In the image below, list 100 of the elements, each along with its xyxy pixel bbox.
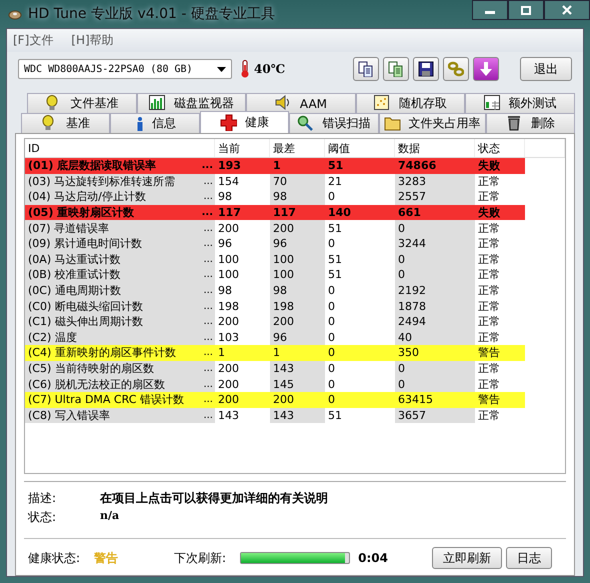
table-cell: 200: [270, 314, 325, 330]
tab[interactable]: 磁盘监视器: [136, 93, 246, 113]
ellipsis-text: ...: [203, 378, 213, 390]
table-cell: 100: [270, 267, 325, 283]
table-cell-text: 正常: [477, 408, 501, 424]
tab[interactable]: 文件夹占用率: [378, 113, 486, 133]
column-header[interactable]: 当前: [215, 139, 270, 157]
toolbar-button[interactable]: [353, 57, 379, 81]
table-cell: (C6) 脱机无法校正的扇区数: [28, 376, 165, 392]
table-cell-text: 正常: [477, 174, 501, 190]
menu-item[interactable]: [H]帮助: [71, 32, 114, 49]
maximize-button[interactable]: [508, 0, 544, 20]
table-cell-text: 正常: [477, 314, 501, 330]
ellipsis-text: ...: [203, 410, 213, 421]
table-cell-text: 正常: [477, 252, 501, 268]
table-cell: (C8) 写入错误率: [28, 408, 110, 423]
table-cell-text: 51: [327, 252, 343, 268]
ellipsis-text: ...: [203, 394, 213, 406]
table-cell-text: 154: [217, 174, 240, 190]
exit-button[interactable]: 退出: [520, 57, 572, 81]
tab[interactable]: 错误扫描: [289, 113, 379, 133]
table-cell-text: 200: [217, 220, 240, 236]
menu-item[interactable]: [F]文件: [13, 32, 54, 49]
table-cell-text: 正常: [477, 376, 501, 392]
download-button[interactable]: [473, 57, 499, 81]
table-cell: (C7) Ultra DMA CRC 错误计数: [28, 392, 184, 408]
tab[interactable]: 基准: [21, 113, 110, 133]
tab[interactable]: 信息: [110, 113, 200, 133]
temperature-reading: 40℃: [254, 62, 286, 76]
table-cell: 警告: [475, 345, 525, 361]
ellipsis-text: ...: [203, 285, 213, 296]
column-header[interactable]: 数据: [395, 139, 475, 157]
ellipsis-text: ...: [202, 160, 213, 172]
table-cell-text: 0: [327, 361, 336, 376]
table-cell-text: 0: [327, 298, 336, 314]
table-cell: 200: [270, 220, 325, 236]
ellipsis-text: ...: [203, 363, 213, 374]
table-cell-text: 198: [217, 298, 240, 314]
table-cell-text: 51: [327, 408, 343, 424]
table-cell: (C0) 断电磁头缩回计数: [28, 298, 143, 314]
table-cell: (0B) 校准重试计数: [28, 267, 121, 282]
speaker-icon: [274, 95, 292, 112]
ellipsis-text: ...: [202, 207, 213, 218]
column-header[interactable]: 最差: [270, 139, 325, 157]
table-cell: 2557: [395, 189, 475, 205]
table-cell: (04) 马达启动/停止计数: [28, 189, 146, 204]
table-cell: 0: [395, 252, 475, 268]
scatter-plot-icon: [374, 95, 392, 112]
field-label: 健康状态:: [28, 550, 80, 566]
table-cell: 0: [395, 376, 475, 392]
ellipsis-text: ...: [203, 238, 213, 250]
table-cell-text: 0: [327, 283, 336, 298]
table-cell: 0: [395, 220, 475, 236]
table-cell-text: 143: [217, 408, 240, 424]
table-cell: 98: [270, 282, 325, 298]
table-cell: (C5) 当前待映射的扇区数: [28, 361, 154, 376]
table-cell-text: 21: [327, 174, 343, 190]
table-cell: 143: [270, 360, 325, 376]
table-cell: (05) 重映射扇区计数: [28, 205, 134, 220]
close-button[interactable]: [544, 0, 590, 20]
cross-icon: [220, 114, 238, 131]
tab[interactable]: 健康: [200, 111, 290, 133]
table-cell-text: 98: [217, 283, 233, 298]
tab[interactable]: 文件基准: [27, 93, 137, 113]
tab[interactable]: 额外测试: [465, 93, 575, 113]
table-cell: 1878: [395, 298, 475, 314]
status-text: n/a: [100, 509, 120, 524]
table-cell: 2192: [395, 282, 475, 298]
ellipsis-text: ...: [203, 316, 213, 328]
description-text: 在项目上点击可以获得更加详细的有关说明: [100, 490, 329, 507]
table-cell-text: 正常: [477, 330, 501, 346]
tab[interactable]: 随机存取: [356, 93, 466, 113]
drive-dropdown[interactable]: WDC WD800AAJS-22PSA0 (80 GB): [18, 59, 232, 79]
copy-icon: [388, 61, 404, 77]
footer-button[interactable]: 立即刷新: [432, 547, 502, 569]
minimize-button[interactable]: [472, 0, 508, 20]
table-icon: [484, 95, 501, 112]
tab[interactable]: 删除: [486, 113, 576, 133]
table-cell: 失败: [475, 158, 525, 174]
column-header[interactable]: 阈值: [325, 139, 395, 157]
table-cell: (C1) 磁头伸出周期计数: [28, 314, 143, 330]
footer-button[interactable]: 日志: [506, 547, 552, 569]
ellipsis-text: ...: [203, 269, 213, 280]
table-cell-text: 200: [217, 376, 240, 392]
dropdown-arrow-icon: [217, 66, 226, 72]
down-arrow-icon: [479, 61, 493, 77]
table-cell: 96: [270, 236, 325, 252]
table-cell: (C4) 重新映射的扇区事件计数: [28, 345, 176, 360]
table-cell-text: 98: [217, 189, 233, 205]
table-cell-text: 0: [327, 330, 336, 346]
toolbar-button[interactable]: [413, 57, 439, 81]
bar-chart-icon: [148, 95, 166, 112]
tab[interactable]: AAM: [246, 93, 356, 113]
column-header[interactable]: ID: [25, 139, 215, 157]
ellipsis-text: ...: [203, 254, 213, 265]
toolbar-button[interactable]: [383, 57, 409, 81]
table-cell-text: 正常: [477, 220, 501, 236]
table-cell: 0: [395, 267, 475, 283]
column-header[interactable]: 状态: [475, 139, 525, 157]
ellipsis-text: ...: [203, 191, 213, 202]
